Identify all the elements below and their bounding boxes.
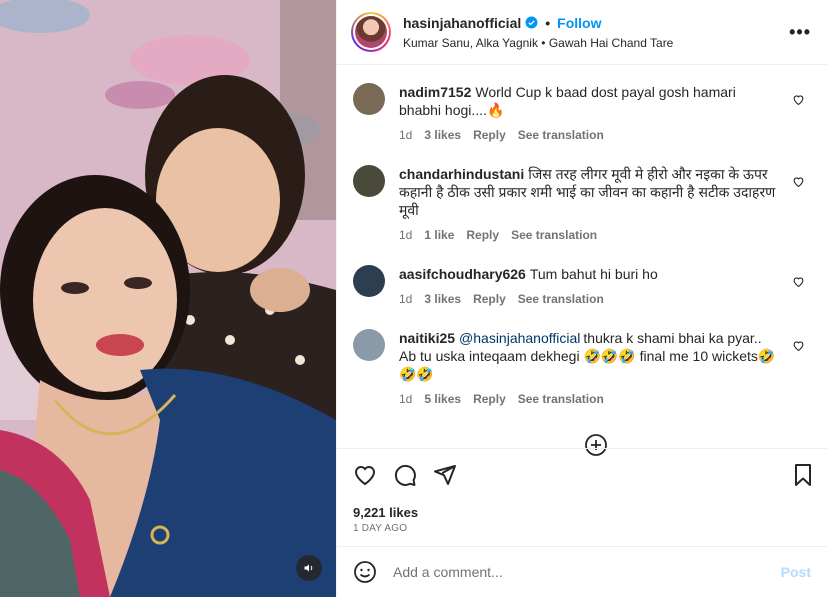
see-translation-button[interactable]: See translation bbox=[518, 128, 604, 142]
comment-likes[interactable]: 3 likes bbox=[424, 292, 461, 306]
comment-item: nadim7152 World Cup k baad dost payal gos… bbox=[353, 83, 811, 142]
reply-button[interactable]: Reply bbox=[473, 392, 506, 406]
comments-list: nadim7152 World Cup k baad dost payal gos… bbox=[337, 66, 827, 447]
post-media[interactable] bbox=[0, 0, 336, 597]
comment-username[interactable]: aasifchoudhary626 bbox=[399, 266, 526, 282]
commenter-avatar[interactable] bbox=[353, 83, 385, 115]
like-comment-heart-icon[interactable] bbox=[792, 339, 805, 352]
like-comment-heart-icon[interactable] bbox=[792, 93, 805, 106]
comment-time[interactable]: 1d bbox=[399, 228, 412, 242]
commenter-avatar[interactable] bbox=[353, 329, 385, 361]
more-options-button[interactable]: ••• bbox=[789, 22, 811, 43]
comment-mention[interactable]: @hasinjahanofficial bbox=[459, 330, 580, 346]
save-bookmark-icon[interactable] bbox=[791, 463, 815, 487]
comment-username[interactable]: naitiki25 bbox=[399, 330, 455, 346]
post-photo bbox=[0, 0, 336, 597]
reply-button[interactable]: Reply bbox=[466, 228, 499, 242]
comment-item: aasifchoudhary626 Tum bahut hi buri ho 1d… bbox=[353, 265, 811, 306]
comment-item: naitiki25 @hasinjahanofficial thukra k sha… bbox=[353, 329, 811, 406]
speaker-icon bbox=[304, 564, 313, 572]
follow-button[interactable]: Follow bbox=[557, 15, 601, 31]
comment-username[interactable]: nadim7152 bbox=[399, 84, 471, 100]
post-actions bbox=[337, 448, 827, 500]
post-header: hasinjahanofficial • Follow Kumar Sanu, … bbox=[337, 0, 827, 65]
like-comment-heart-icon[interactable] bbox=[792, 175, 805, 188]
audio-toggle-button[interactable] bbox=[296, 555, 322, 581]
comment-likes[interactable]: 1 like bbox=[424, 228, 454, 242]
comment-time[interactable]: 1d bbox=[399, 292, 412, 306]
add-comment-bar: Post bbox=[337, 546, 827, 597]
share-send-icon[interactable] bbox=[433, 463, 457, 487]
comment-input[interactable] bbox=[393, 564, 781, 580]
comment-likes[interactable]: 3 likes bbox=[424, 128, 461, 142]
post-panel: hasinjahanofficial • Follow Kumar Sanu, … bbox=[336, 0, 827, 597]
comment-text: thukra k shami bhai ka pyar.. Ab tu uska… bbox=[399, 330, 776, 382]
commenter-avatar[interactable] bbox=[353, 165, 385, 197]
see-translation-button[interactable]: See translation bbox=[511, 228, 597, 242]
comment-time[interactable]: 1d bbox=[399, 392, 412, 406]
comment-text: Tum bahut hi buri ho bbox=[529, 266, 658, 282]
post-comment-button[interactable]: Post bbox=[781, 564, 811, 580]
reply-button[interactable]: Reply bbox=[473, 292, 506, 306]
see-translation-button[interactable]: See translation bbox=[518, 292, 604, 306]
reply-button[interactable]: Reply bbox=[473, 128, 506, 142]
comment-username[interactable]: chandarhindustani bbox=[399, 166, 524, 182]
post-date[interactable]: 1 DAY AGO bbox=[353, 523, 407, 534]
commenter-avatar[interactable] bbox=[353, 265, 385, 297]
comment-likes[interactable]: 5 likes bbox=[424, 392, 461, 406]
like-heart-icon[interactable] bbox=[353, 463, 377, 487]
audio-attribution[interactable]: Kumar Sanu, Alka Yagnik • Gawah Hai Chan… bbox=[403, 36, 673, 50]
comment-bubble-icon[interactable] bbox=[393, 463, 417, 487]
emoji-smiley-icon[interactable] bbox=[353, 560, 377, 584]
likes-count[interactable]: 9,221 likes bbox=[353, 505, 418, 520]
author-username[interactable]: hasinjahanofficial bbox=[403, 15, 521, 31]
verified-badge-icon bbox=[525, 16, 538, 29]
author-avatar[interactable] bbox=[351, 12, 391, 52]
comment-time[interactable]: 1d bbox=[399, 128, 412, 142]
like-comment-heart-icon[interactable] bbox=[792, 275, 805, 288]
see-translation-button[interactable]: See translation bbox=[518, 392, 604, 406]
comment-item: chandarhindustani जिस तरह लीगर मूवी मे ही… bbox=[353, 165, 811, 242]
header-separator: • bbox=[545, 14, 551, 31]
